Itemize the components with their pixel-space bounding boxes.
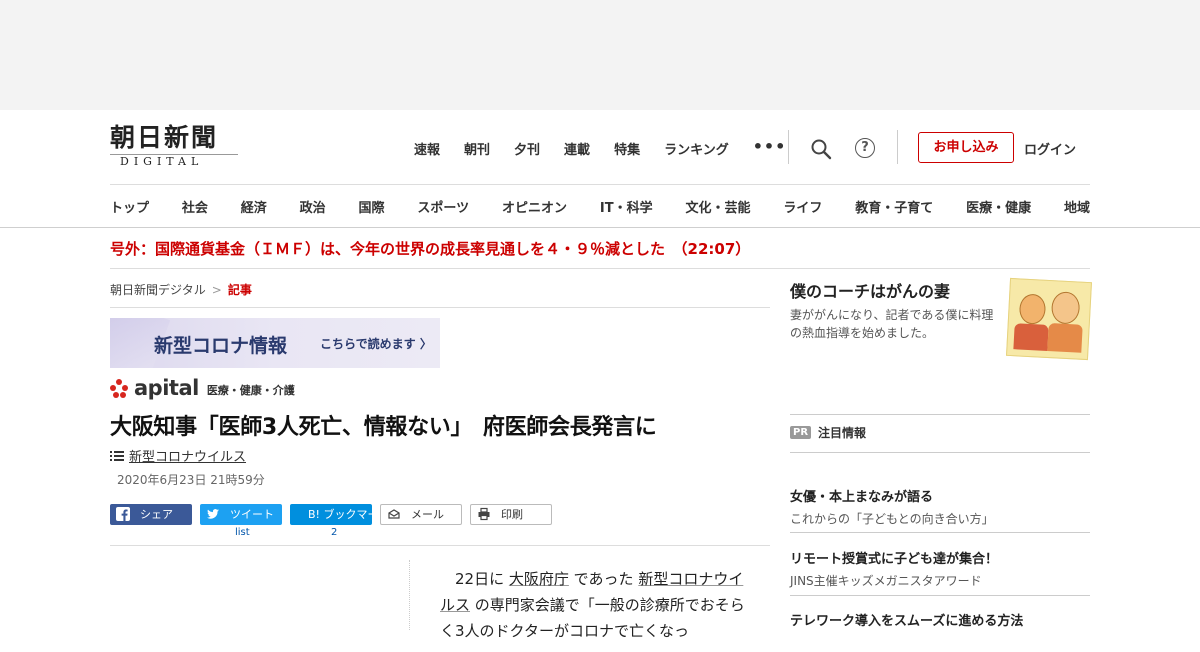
- twitter-count-link[interactable]: list: [235, 527, 250, 538]
- list-icon: [110, 450, 124, 461]
- top-nav-item-tokushu[interactable]: 特集: [614, 139, 640, 158]
- body-lead: 22日に: [455, 570, 505, 588]
- pr-item-title: テレワーク導入をスムーズに進める方法: [790, 614, 1024, 629]
- print-button[interactable]: 印刷: [470, 504, 552, 525]
- nav-divider: [788, 130, 789, 164]
- apital-logo-icon: [110, 379, 132, 399]
- breadcrumb-separator: >: [211, 283, 222, 297]
- top-nav-item-sokuho[interactable]: 速報: [414, 139, 440, 158]
- article-divider: [110, 545, 770, 546]
- apital-subtitle: 医療・健康・介護: [206, 384, 295, 397]
- mail-share-button[interactable]: メール: [380, 504, 462, 525]
- article-tag[interactable]: 新型コロナウイルス: [110, 446, 246, 465]
- pr-item[interactable]: リモート授賞式に子ども達が集合！ JINS主催キッズメガニスタアワード: [790, 548, 1090, 590]
- sidebar-divider: [790, 532, 1090, 533]
- sidebar-divider: [790, 452, 1090, 453]
- login-link[interactable]: ログイン: [1024, 139, 1076, 158]
- search-icon[interactable]: [810, 138, 832, 160]
- twitter-icon: [207, 509, 219, 519]
- pr-heading: PR 注目情報: [790, 424, 866, 441]
- body-rest: の専門家会議で「一般の診療所でおそらく3人のドクターがコロナで亡くなっ: [440, 596, 745, 640]
- breadcrumb: 朝日新聞デジタル > 記事: [110, 281, 770, 308]
- pr-item-title: 女優・本上まなみが語る: [790, 490, 934, 505]
- sidebar-divider: [790, 595, 1090, 596]
- more-menu-icon[interactable]: •••: [753, 137, 787, 156]
- apital-logo-text: apital: [134, 376, 199, 400]
- category-culture[interactable]: 文化・芸能: [685, 197, 750, 216]
- pr-item[interactable]: 女優・本上まなみが語る これからの「子どもとの向き合い方」: [790, 486, 1090, 528]
- category-politics[interactable]: 政治: [300, 197, 326, 216]
- pr-item-sub: JINS主催キッズメガニスタアワード: [790, 574, 982, 588]
- hatena-bookmark-label: B! ブックマーク: [308, 508, 390, 521]
- site-header: 朝日新聞 DIGITAL 速報 朝刊 夕刊 連載 特集 ランキング ••• ? …: [0, 110, 1200, 228]
- body-mid: であった: [573, 570, 634, 588]
- article-headline: 大阪知事「医師3人死亡、情報ない」 府医師会長発言に: [110, 415, 657, 440]
- pr-item-sub: これからの「子どもとの向き合い方」: [790, 512, 994, 526]
- category-nav: トップ 社会 経済 政治 国際 スポーツ オピニオン IT・科学 文化・芸能 ラ…: [110, 197, 1090, 216]
- breaking-news-text: 号外：国際通貨基金（ＩＭＦ）は、今年の世界の成長率見通しを４・９％減とした （2…: [110, 240, 751, 258]
- article-tag-label: 新型コロナウイルス: [129, 450, 247, 465]
- hatena-count[interactable]: 2: [331, 527, 337, 538]
- twitter-share-label: ツイート: [230, 508, 274, 521]
- apply-button[interactable]: お申し込み: [918, 132, 1014, 163]
- category-health[interactable]: 医療・健康: [966, 197, 1031, 216]
- corona-info-banner[interactable]: 新型コロナ情報 こちらで読めます 〉: [110, 318, 440, 368]
- logo-digital: DIGITAL: [110, 154, 238, 169]
- article-left-ad-area: [110, 560, 410, 630]
- breadcrumb-current: 記事: [227, 283, 252, 297]
- pr-heading-label: 注目情報: [818, 426, 867, 440]
- top-nav-item-yukan[interactable]: 夕刊: [514, 139, 540, 158]
- category-it-science[interactable]: IT・科学: [600, 197, 653, 216]
- mail-icon: [388, 509, 400, 519]
- coach-column-promo[interactable]: 僕のコーチはがんの妻 妻ががんになり、記者である僕に料理の熱血指導を始めました。: [790, 277, 1092, 363]
- coach-illustration: [1006, 277, 1092, 361]
- breaking-news-ticker[interactable]: 号外：国際通貨基金（ＩＭＦ）は、今年の世界の成長率見通しを４・９％減とした （2…: [110, 238, 1090, 269]
- header-divider: [110, 184, 1090, 185]
- pr-badge: PR: [790, 426, 812, 439]
- sidebar-divider: [790, 414, 1090, 415]
- print-label: 印刷: [501, 508, 523, 521]
- facebook-share-label: シェア: [140, 508, 173, 521]
- nav-divider: [897, 130, 898, 164]
- body-link-osaka-prefecture[interactable]: 大阪府庁: [509, 570, 569, 588]
- category-society[interactable]: 社会: [182, 197, 208, 216]
- top-nav-item-choukan[interactable]: 朝刊: [464, 139, 490, 158]
- category-international[interactable]: 国際: [359, 197, 385, 216]
- top-nav-item-rensai[interactable]: 連載: [564, 139, 590, 158]
- category-top[interactable]: トップ: [110, 197, 149, 216]
- printer-icon: [478, 507, 490, 521]
- category-life[interactable]: ライフ: [783, 197, 822, 216]
- hatena-bookmark-button[interactable]: B! ブックマーク: [290, 504, 389, 525]
- breadcrumb-home[interactable]: 朝日新聞デジタル: [110, 283, 206, 297]
- twitter-share-button[interactable]: ツイート: [200, 504, 282, 525]
- asahi-digital-logo[interactable]: 朝日新聞 DIGITAL: [110, 124, 242, 170]
- category-economy[interactable]: 経済: [241, 197, 267, 216]
- mail-share-label: メール: [411, 508, 444, 521]
- top-nav: 速報 朝刊 夕刊 連載 特集 ランキング •••: [414, 137, 787, 158]
- top-nav-item-ranking[interactable]: ランキング: [664, 139, 729, 158]
- category-education[interactable]: 教育・子育て: [855, 197, 933, 216]
- banner-title: 新型コロナ情報: [154, 335, 288, 357]
- category-opinion[interactable]: オピニオン: [502, 197, 567, 216]
- article-body: 22日に 大阪府庁 であった 新型コロナウイルス の専門家会議で「一般の診療所で…: [440, 566, 755, 644]
- logo-kanji: 朝日新聞: [110, 123, 219, 152]
- article-date: 2020年6月23日 21時59分: [117, 473, 265, 487]
- pr-item[interactable]: テレワーク導入をスムーズに進める方法: [790, 610, 1090, 652]
- facebook-share-button[interactable]: シェア: [110, 504, 192, 525]
- apital-brand[interactable]: apital 医療・健康・介護: [110, 377, 295, 399]
- category-region[interactable]: 地域: [1064, 197, 1090, 216]
- facebook-icon: [116, 507, 130, 521]
- pr-item-title: リモート授賞式に子ども達が集合！: [790, 552, 999, 567]
- category-sports[interactable]: スポーツ: [417, 197, 469, 216]
- help-icon[interactable]: ?: [855, 138, 875, 158]
- banner-link-text: こちらで読めます 〉: [320, 337, 432, 351]
- coach-description: 妻ががんになり、記者である僕に料理の熱血指導を始めました。: [790, 308, 994, 340]
- ad-banner-area: [0, 0, 1200, 110]
